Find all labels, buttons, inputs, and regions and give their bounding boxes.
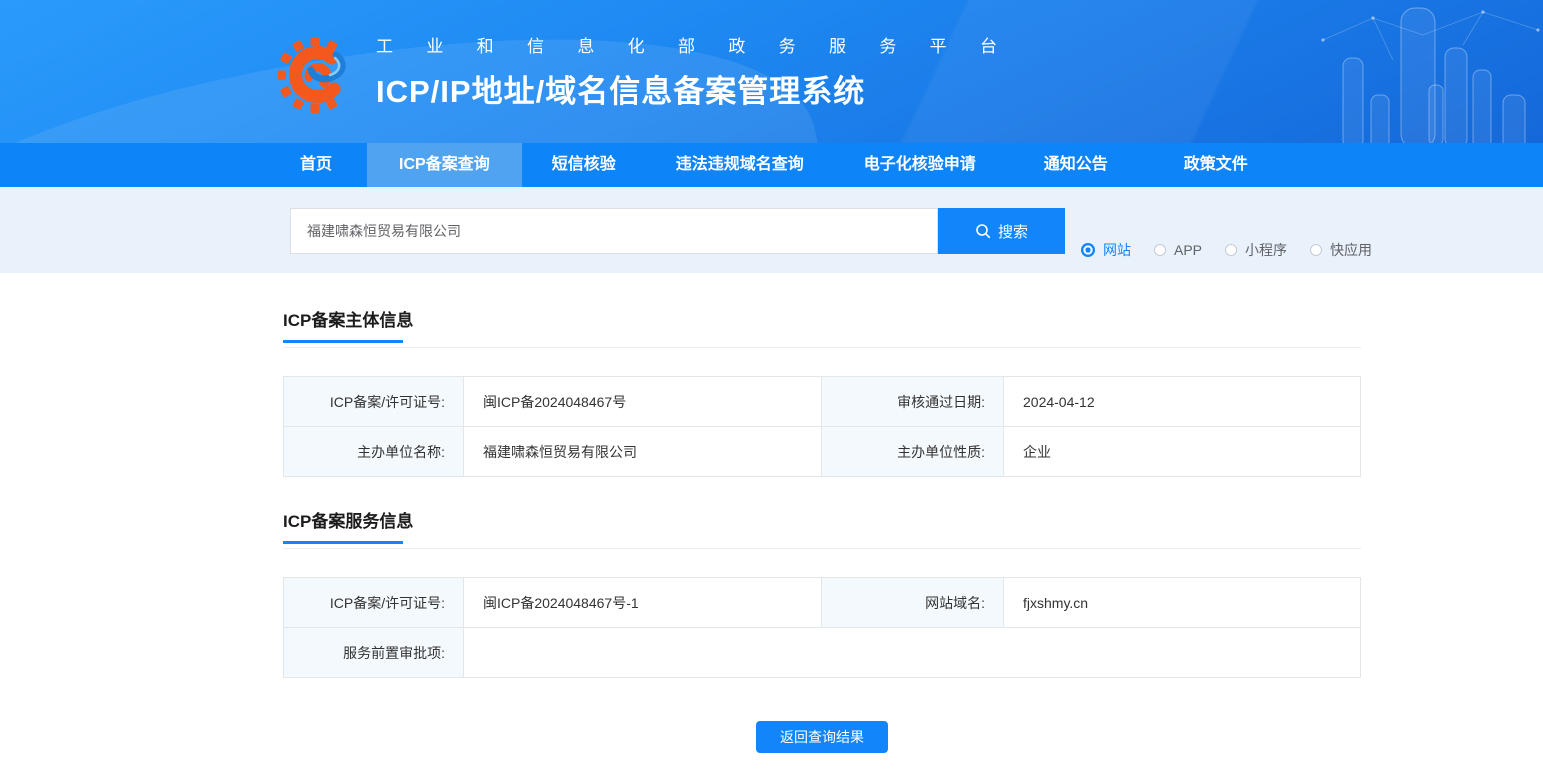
miit-beian-logo-icon — [277, 25, 352, 119]
field-value: 2024-04-12 — [1003, 376, 1361, 427]
radio-unselected-icon — [1310, 244, 1323, 256]
magnifier-icon — [976, 224, 991, 239]
field-value: 闽ICP备2024048467号 — [463, 376, 822, 427]
nav-item-home[interactable]: 首页 — [283, 143, 349, 187]
field-value — [463, 627, 1361, 678]
field-label: ICP备案/许可证号: — [283, 577, 464, 628]
field-value: 企业 — [1003, 426, 1361, 477]
field-label: 网站域名: — [821, 577, 1004, 628]
nav-item-illegal-domain-query[interactable]: 违法违规域名查询 — [646, 143, 834, 187]
title-underline — [283, 541, 403, 544]
field-label: 审核通过日期: — [821, 376, 1004, 427]
radio-mini-program[interactable]: 小程序 — [1225, 240, 1287, 260]
radio-app[interactable]: APP — [1154, 242, 1202, 258]
subject-section-title: ICP备案主体信息 — [283, 311, 414, 330]
main-content: ICP备案主体信息 ICP备案/许可证号: 闽ICP备2024048467号 审… — [283, 273, 1361, 778]
platform-title: 工业和信息化部政务服务平台 — [376, 37, 998, 56]
nav-item-policy-files[interactable]: 政策文件 — [1146, 143, 1286, 187]
field-label: 主办单位名称: — [283, 426, 464, 477]
back-to-results-button[interactable]: 返回查询结果 — [756, 721, 888, 753]
system-title: ICP/IP地址/域名信息备案管理系统 — [376, 74, 866, 109]
search-button[interactable]: 搜索 — [938, 208, 1065, 254]
subject-info-table: ICP备案/许可证号: 闽ICP备2024048467号 审核通过日期: 202… — [283, 376, 1361, 477]
radio-selected-icon — [1081, 243, 1095, 257]
nav-item-e-verify-apply[interactable]: 电子化核验申请 — [834, 143, 1006, 187]
service-info-section: ICP备案服务信息 ICP备案/许可证号: 闽ICP备2024048467号-1… — [283, 507, 1361, 678]
service-section-title: ICP备案服务信息 — [283, 512, 414, 531]
table-row: 主办单位名称: 福建啸森恒贸易有限公司 主办单位性质: 企业 — [283, 426, 1361, 477]
field-label: ICP备案/许可证号: — [283, 376, 464, 427]
radio-quick-app[interactable]: 快应用 — [1310, 240, 1372, 260]
field-label: 主办单位性质: — [821, 426, 1004, 477]
search-section: 搜索 网站 APP 小程序 快应用 — [0, 187, 1543, 273]
site-header: 工业和信息化部政务服务平台 ICP/IP地址/域名信息备案管理系统 — [0, 0, 1543, 143]
nav-item-notices[interactable]: 通知公告 — [1006, 143, 1146, 187]
table-row: 服务前置审批项: — [283, 627, 1361, 678]
nav-item-icp-query[interactable]: ICP备案查询 — [367, 143, 522, 187]
nav-item-sms-verify[interactable]: 短信核验 — [522, 143, 646, 187]
radio-unselected-icon — [1154, 244, 1166, 256]
field-value: 福建啸森恒贸易有限公司 — [463, 426, 822, 477]
section-divider — [283, 347, 1361, 348]
field-value: 闽ICP备2024048467号-1 — [463, 577, 822, 628]
search-input[interactable] — [290, 208, 938, 254]
radio-unselected-icon — [1225, 244, 1238, 256]
radio-website[interactable]: 网站 — [1081, 240, 1131, 260]
search-button-label: 搜索 — [997, 223, 1028, 241]
search-type-options: 网站 APP 小程序 快应用 — [1081, 240, 1395, 260]
field-value: fjxshmy.cn — [1003, 577, 1361, 628]
subject-info-section: ICP备案主体信息 ICP备案/许可证号: 闽ICP备2024048467号 审… — [283, 306, 1361, 477]
section-divider — [283, 548, 1361, 549]
main-nav: 首页 ICP备案查询 短信核验 违法违规域名查询 电子化核验申请 通知公告 政策… — [0, 143, 1543, 187]
title-underline — [283, 340, 403, 343]
field-label: 服务前置审批项: — [283, 627, 464, 678]
service-info-table: ICP备案/许可证号: 闽ICP备2024048467号-1 网站域名: fjx… — [283, 577, 1361, 678]
table-row: ICP备案/许可证号: 闽ICP备2024048467号 审核通过日期: 202… — [283, 376, 1361, 427]
table-row: ICP备案/许可证号: 闽ICP备2024048467号-1 网站域名: fjx… — [283, 577, 1361, 628]
